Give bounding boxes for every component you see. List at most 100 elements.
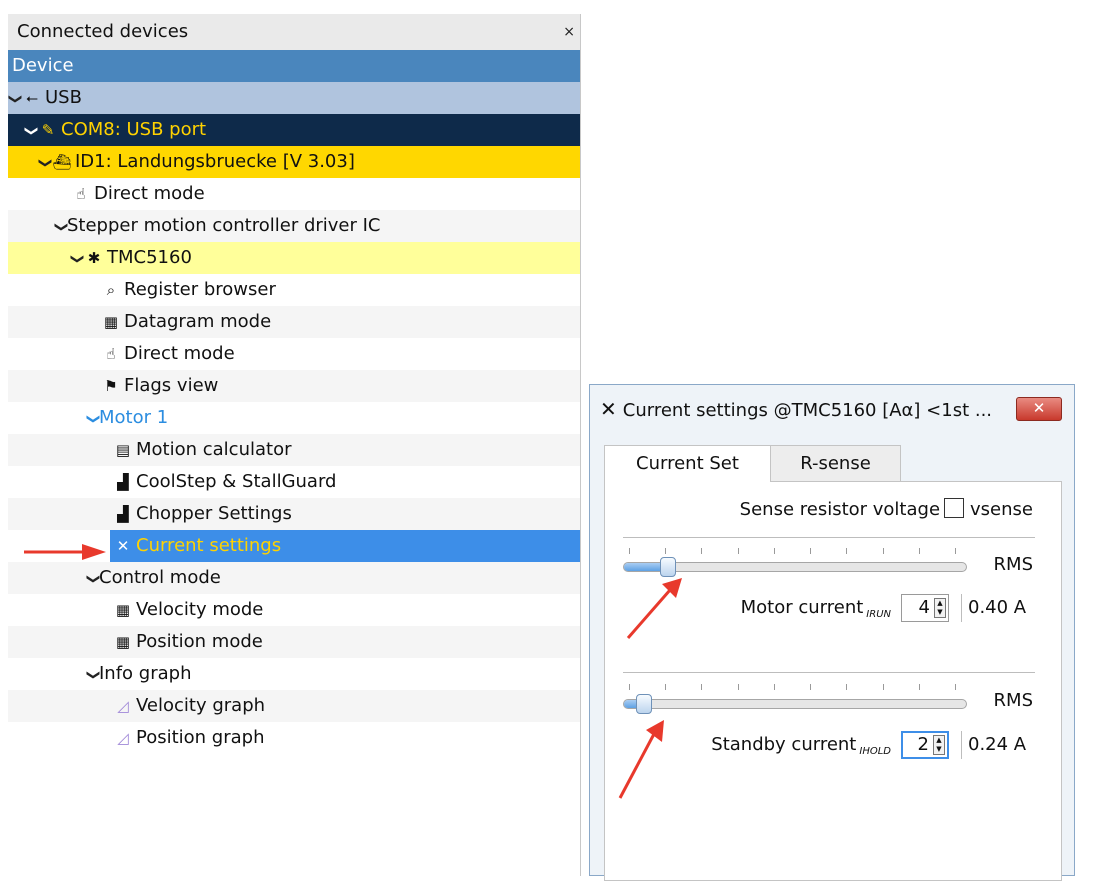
tab-r-sense[interactable]: R-sense — [770, 445, 901, 481]
motor-current-rms-label: RMS — [993, 554, 1033, 575]
tree-item-usb[interactable]: ❯ ⭠ USB — [8, 82, 580, 114]
tree-item-control-mode[interactable]: ❯Control mode — [8, 562, 580, 594]
slider-tick — [738, 548, 739, 554]
flag-icon: ⚑ — [104, 377, 118, 395]
motor-current-label: Motor current IRUN — [741, 597, 891, 620]
slider-tick — [774, 548, 775, 554]
slider-tick — [738, 684, 739, 690]
slider-tick — [955, 548, 956, 554]
vsense-checkbox[interactable] — [944, 498, 965, 518]
tree-item-datagram-mode[interactable]: ▦ Datagram mode — [8, 306, 580, 338]
bar-chart-icon: ▟ — [117, 473, 129, 491]
window-title: Current settings @TMC5160 [Aα] <1st ... — [622, 400, 993, 421]
tree-item-label: TMC5160 — [107, 247, 192, 268]
motor-current-sub: IRUN — [866, 609, 891, 620]
slider-tick — [665, 684, 666, 690]
line-graph-icon: ◿ — [117, 697, 129, 715]
tree-item-velocity-graph[interactable]: ◿ Velocity graph — [8, 690, 580, 722]
separator — [623, 672, 1035, 673]
tools-icon: ✕ — [116, 537, 130, 555]
slider-tick — [810, 684, 811, 690]
calculator-icon: ▤ — [115, 441, 131, 459]
annotation-arrow-motor-current — [626, 578, 682, 639]
panel-close-icon[interactable]: × — [563, 14, 575, 50]
tree-item-label: Velocity graph — [136, 695, 266, 716]
datagram-icon: ▦ — [115, 601, 131, 619]
slider-tick — [955, 684, 956, 690]
tree-item-stepper-group[interactable]: ❯Stepper motion controller driver IC — [8, 210, 580, 242]
motor-current-amps: 0.40 A — [961, 594, 1029, 622]
spin-arrows-icon[interactable]: ▲ ▼ — [934, 598, 946, 618]
chevron-down-icon[interactable]: ❯ — [15, 126, 47, 139]
window-close-button[interactable]: ✕ — [1016, 397, 1062, 421]
chevron-down-icon[interactable]: ❯ — [77, 414, 109, 427]
tree-item-landungsbruecke[interactable]: ❯⛴ ID1: Landungsbruecke [V 3.03] — [8, 146, 580, 178]
tree-item-chopper-settings[interactable]: ▟ Chopper Settings — [8, 498, 580, 530]
motor-current-value: 4 — [918, 597, 930, 618]
tree-item-flags-view[interactable]: ⚑ Flags view — [8, 370, 580, 402]
chevron-down-icon[interactable]: ❯ — [29, 158, 61, 171]
standby-current-text: Standby current — [711, 734, 857, 755]
tree-item-motion-calculator[interactable]: ▤ Motion calculator — [8, 434, 580, 466]
standby-current-slider-thumb[interactable] — [636, 694, 652, 714]
slider-ticks — [629, 684, 956, 692]
line-graph-icon: ◿ — [117, 729, 129, 747]
tree-item-label: ID1: Landungsbruecke [V 3.03] — [75, 151, 355, 172]
tree-item-coolstep-stallguard[interactable]: ▟ CoolStep & StallGuard — [8, 466, 580, 498]
standby-current-amps: 0.24 A — [961, 731, 1029, 759]
annotation-arrow-current-settings — [24, 544, 106, 560]
slider-tick — [846, 548, 847, 554]
tree-item-direct-mode[interactable]: ☝ Direct mode — [8, 338, 580, 370]
chevron-down-icon[interactable]: ❯ — [77, 574, 109, 587]
tree-item-label: Velocity mode — [136, 599, 264, 620]
chevron-down-icon[interactable]: ❯ — [8, 94, 31, 107]
chevron-down-icon[interactable]: ❯ — [61, 254, 93, 267]
slider-tick — [701, 548, 702, 554]
tree-item-label: Motor 1 — [99, 407, 169, 428]
chevron-down-icon[interactable]: ❯ — [77, 670, 109, 683]
window-title-bar[interactable]: ✕ Current settings @TMC5160 [Aα] <1st ...… — [590, 385, 1074, 433]
spin-arrows-icon[interactable]: ▲ ▼ — [933, 735, 945, 755]
tree-item-selected-highlight[interactable]: ✕ Current settings — [110, 530, 580, 562]
tree-item-motor-1[interactable]: ❯Motor 1 — [8, 402, 580, 434]
tree-item-position-mode[interactable]: ▦ Position mode — [8, 626, 580, 658]
slider-ticks — [629, 548, 956, 556]
standby-current-sub: IHOLD — [859, 746, 891, 757]
standby-current-label: Standby current IHOLD — [711, 734, 891, 757]
datagram-icon: ▦ — [115, 633, 131, 651]
slider-tick — [919, 684, 920, 690]
tree-item-tmc5160[interactable]: ❯ ✱ TMC5160 — [8, 242, 580, 274]
search-icon: ⌕ — [106, 281, 116, 299]
sense-resistor-label: Sense resistor voltage — [739, 499, 941, 520]
tree-item-register-browser[interactable]: ⌕ Register browser — [8, 274, 580, 306]
motor-current-spinbox[interactable]: 4 ▲ ▼ — [901, 594, 949, 622]
standby-current-value: 2 — [917, 734, 929, 755]
standby-current-rms-label: RMS — [993, 690, 1033, 711]
annotation-arrow-standby-current — [618, 720, 664, 799]
tree-item-label: Position graph — [136, 727, 265, 748]
slider-tick — [846, 684, 847, 690]
datagram-icon: ▦ — [103, 313, 119, 331]
separator — [623, 537, 1035, 538]
tree-item-velocity-mode[interactable]: ▦ Velocity mode — [8, 594, 580, 626]
chevron-down-icon[interactable]: ❯ — [45, 222, 77, 235]
tree-item-info-graph[interactable]: ❯Info graph — [8, 658, 580, 690]
slider-tick — [883, 548, 884, 554]
slider-tick — [701, 684, 702, 690]
standby-current-slider[interactable] — [623, 699, 967, 709]
vsense-label: vsense — [970, 499, 1033, 520]
tree-item-label: Stepper motion controller driver IC — [67, 215, 381, 236]
slider-tick — [665, 548, 666, 554]
tree-item-direct-mode-top[interactable]: ☝ Direct mode — [8, 178, 580, 210]
sense-resistor-row: Sense resistor voltage vsense — [740, 497, 1033, 523]
tree-item-label: Info graph — [99, 663, 192, 684]
tree-column-header[interactable]: Device — [8, 50, 580, 82]
panel-title: Connected devices — [17, 21, 189, 42]
tree-item-com-port[interactable]: ❯ ✎ COM8: USB port — [8, 114, 580, 146]
tree-item-label: Datagram mode — [124, 311, 272, 332]
tab-current-set[interactable]: Current Set — [604, 445, 771, 482]
tree-item-label: Position mode — [136, 631, 263, 652]
tree-item-position-graph[interactable]: ◿ Position graph — [8, 722, 580, 754]
standby-current-spinbox[interactable]: 2 ▲ ▼ — [901, 731, 949, 759]
tree-item-label: Control mode — [99, 567, 221, 588]
